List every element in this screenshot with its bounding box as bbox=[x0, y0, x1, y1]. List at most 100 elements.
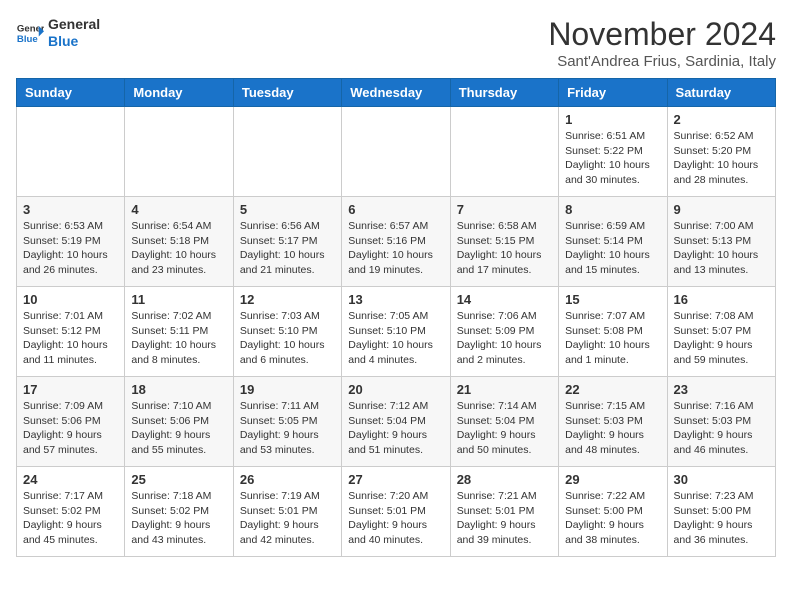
day-info: Sunrise: 6:58 AM Sunset: 5:15 PM Dayligh… bbox=[457, 219, 552, 278]
day-cell: 5 Sunrise: 6:56 AM Sunset: 5:17 PM Daylig… bbox=[233, 197, 341, 287]
day-cell: 20 Sunrise: 7:12 AM Sunset: 5:04 PM Dayli… bbox=[342, 377, 450, 467]
day-number: 4 bbox=[131, 202, 226, 217]
day-cell: 11 Sunrise: 7:02 AM Sunset: 5:11 PM Dayli… bbox=[125, 287, 233, 377]
logo-icon: General Blue bbox=[16, 19, 44, 47]
logo: General Blue General Blue bbox=[16, 16, 100, 50]
day-info: Sunrise: 6:52 AM Sunset: 5:20 PM Dayligh… bbox=[674, 129, 769, 188]
day-info: Sunrise: 7:06 AM Sunset: 5:09 PM Dayligh… bbox=[457, 309, 552, 368]
logo-text: General Blue bbox=[48, 16, 100, 50]
day-number: 17 bbox=[23, 382, 118, 397]
day-number: 7 bbox=[457, 202, 552, 217]
day-cell: 17Sunrise: 7:09 AM Sunset: 5:06 PM Dayli… bbox=[17, 377, 125, 467]
day-number: 22 bbox=[565, 382, 660, 397]
day-cell: 26 Sunrise: 7:19 AM Sunset: 5:01 PM Dayli… bbox=[233, 467, 341, 557]
week-row-5: 24 Sunrise: 7:17 AM Sunset: 5:02 PM Dayli… bbox=[17, 467, 776, 557]
location: Sant'Andrea Frius, Sardinia, Italy bbox=[548, 53, 776, 70]
day-number: 25 bbox=[131, 472, 226, 487]
day-info: Sunrise: 6:51 AM Sunset: 5:22 PM Dayligh… bbox=[565, 129, 660, 188]
day-number: 23 bbox=[674, 382, 769, 397]
day-info: Sunrise: 7:07 AM Sunset: 5:08 PM Dayligh… bbox=[565, 309, 660, 368]
day-cell bbox=[233, 107, 341, 197]
calendar-table: SundayMondayTuesdayWednesdayThursdayFrid… bbox=[16, 78, 776, 557]
day-number: 14 bbox=[457, 292, 552, 307]
day-number: 11 bbox=[131, 292, 226, 307]
day-number: 18 bbox=[131, 382, 226, 397]
day-info: Sunrise: 7:19 AM Sunset: 5:01 PM Dayligh… bbox=[240, 489, 335, 548]
day-info: Sunrise: 7:02 AM Sunset: 5:11 PM Dayligh… bbox=[131, 309, 226, 368]
day-cell: 18 Sunrise: 7:10 AM Sunset: 5:06 PM Dayli… bbox=[125, 377, 233, 467]
day-info: Sunrise: 6:53 AM Sunset: 5:19 PM Dayligh… bbox=[23, 219, 118, 278]
weekday-header-tuesday: Tuesday bbox=[233, 79, 341, 107]
weekday-header-row: SundayMondayTuesdayWednesdayThursdayFrid… bbox=[17, 79, 776, 107]
day-number: 15 bbox=[565, 292, 660, 307]
day-cell: 23 Sunrise: 7:16 AM Sunset: 5:03 PM Dayli… bbox=[667, 377, 775, 467]
day-info: Sunrise: 6:54 AM Sunset: 5:18 PM Dayligh… bbox=[131, 219, 226, 278]
day-cell: 19 Sunrise: 7:11 AM Sunset: 5:05 PM Dayli… bbox=[233, 377, 341, 467]
day-cell: 7 Sunrise: 6:58 AM Sunset: 5:15 PM Daylig… bbox=[450, 197, 558, 287]
day-info: Sunrise: 7:21 AM Sunset: 5:01 PM Dayligh… bbox=[457, 489, 552, 548]
day-cell: 21 Sunrise: 7:14 AM Sunset: 5:04 PM Dayli… bbox=[450, 377, 558, 467]
logo-general: General bbox=[48, 16, 100, 33]
day-info: Sunrise: 7:14 AM Sunset: 5:04 PM Dayligh… bbox=[457, 399, 552, 458]
day-number: 27 bbox=[348, 472, 443, 487]
day-info: Sunrise: 7:12 AM Sunset: 5:04 PM Dayligh… bbox=[348, 399, 443, 458]
day-number: 20 bbox=[348, 382, 443, 397]
day-cell: 24 Sunrise: 7:17 AM Sunset: 5:02 PM Dayli… bbox=[17, 467, 125, 557]
day-cell: 3 Sunrise: 6:53 AM Sunset: 5:19 PM Daylig… bbox=[17, 197, 125, 287]
day-number: 3 bbox=[23, 202, 118, 217]
day-info: Sunrise: 7:11 AM Sunset: 5:05 PM Dayligh… bbox=[240, 399, 335, 458]
day-number: 5 bbox=[240, 202, 335, 217]
day-info: Sunrise: 7:15 AM Sunset: 5:03 PM Dayligh… bbox=[565, 399, 660, 458]
day-cell: 25 Sunrise: 7:18 AM Sunset: 5:02 PM Dayli… bbox=[125, 467, 233, 557]
weekday-header-friday: Friday bbox=[559, 79, 667, 107]
day-cell: 9 Sunrise: 7:00 AM Sunset: 5:13 PM Daylig… bbox=[667, 197, 775, 287]
week-row-1: 1 Sunrise: 6:51 AM Sunset: 5:22 PM Daylig… bbox=[17, 107, 776, 197]
day-number: 26 bbox=[240, 472, 335, 487]
day-number: 19 bbox=[240, 382, 335, 397]
day-number: 8 bbox=[565, 202, 660, 217]
day-info: Sunrise: 7:10 AM Sunset: 5:06 PM Dayligh… bbox=[131, 399, 226, 458]
day-cell: 1 Sunrise: 6:51 AM Sunset: 5:22 PM Daylig… bbox=[559, 107, 667, 197]
week-row-4: 17Sunrise: 7:09 AM Sunset: 5:06 PM Dayli… bbox=[17, 377, 776, 467]
day-info: Sunrise: 7:03 AM Sunset: 5:10 PM Dayligh… bbox=[240, 309, 335, 368]
day-cell: 6Sunrise: 6:57 AM Sunset: 5:16 PM Daylig… bbox=[342, 197, 450, 287]
day-cell: 30Sunrise: 7:23 AM Sunset: 5:00 PM Dayli… bbox=[667, 467, 775, 557]
week-row-2: 3 Sunrise: 6:53 AM Sunset: 5:19 PM Daylig… bbox=[17, 197, 776, 287]
day-number: 2 bbox=[674, 112, 769, 127]
weekday-header-sunday: Sunday bbox=[17, 79, 125, 107]
day-info: Sunrise: 6:59 AM Sunset: 5:14 PM Dayligh… bbox=[565, 219, 660, 278]
day-number: 12 bbox=[240, 292, 335, 307]
weekday-header-thursday: Thursday bbox=[450, 79, 558, 107]
month-title: November 2024 bbox=[548, 16, 776, 53]
day-number: 28 bbox=[457, 472, 552, 487]
day-number: 29 bbox=[565, 472, 660, 487]
day-cell: 29Sunrise: 7:22 AM Sunset: 5:00 PM Dayli… bbox=[559, 467, 667, 557]
day-cell bbox=[342, 107, 450, 197]
day-number: 1 bbox=[565, 112, 660, 127]
day-number: 21 bbox=[457, 382, 552, 397]
day-cell: 22 Sunrise: 7:15 AM Sunset: 5:03 PM Dayli… bbox=[559, 377, 667, 467]
day-cell: 8 Sunrise: 6:59 AM Sunset: 5:14 PM Daylig… bbox=[559, 197, 667, 287]
day-cell: 27 Sunrise: 7:20 AM Sunset: 5:01 PM Dayli… bbox=[342, 467, 450, 557]
day-info: Sunrise: 7:00 AM Sunset: 5:13 PM Dayligh… bbox=[674, 219, 769, 278]
day-cell: 12 Sunrise: 7:03 AM Sunset: 5:10 PM Dayli… bbox=[233, 287, 341, 377]
day-info: Sunrise: 7:17 AM Sunset: 5:02 PM Dayligh… bbox=[23, 489, 118, 548]
day-cell: 2 Sunrise: 6:52 AM Sunset: 5:20 PM Daylig… bbox=[667, 107, 775, 197]
day-info: Sunrise: 7:08 AM Sunset: 5:07 PM Dayligh… bbox=[674, 309, 769, 368]
day-cell: 4 Sunrise: 6:54 AM Sunset: 5:18 PM Daylig… bbox=[125, 197, 233, 287]
day-info: Sunrise: 7:18 AM Sunset: 5:02 PM Dayligh… bbox=[131, 489, 226, 548]
page-header: General Blue General Blue November 2024 … bbox=[16, 16, 776, 70]
title-block: November 2024 Sant'Andrea Frius, Sardini… bbox=[548, 16, 776, 70]
day-cell: 14 Sunrise: 7:06 AM Sunset: 5:09 PM Dayli… bbox=[450, 287, 558, 377]
week-row-3: 10Sunrise: 7:01 AM Sunset: 5:12 PM Dayli… bbox=[17, 287, 776, 377]
day-number: 13 bbox=[348, 292, 443, 307]
weekday-header-saturday: Saturday bbox=[667, 79, 775, 107]
day-info: Sunrise: 7:05 AM Sunset: 5:10 PM Dayligh… bbox=[348, 309, 443, 368]
day-number: 9 bbox=[674, 202, 769, 217]
day-info: Sunrise: 7:16 AM Sunset: 5:03 PM Dayligh… bbox=[674, 399, 769, 458]
day-info: Sunrise: 7:20 AM Sunset: 5:01 PM Dayligh… bbox=[348, 489, 443, 548]
day-number: 24 bbox=[23, 472, 118, 487]
day-cell: 28 Sunrise: 7:21 AM Sunset: 5:01 PM Dayli… bbox=[450, 467, 558, 557]
day-info: Sunrise: 6:56 AM Sunset: 5:17 PM Dayligh… bbox=[240, 219, 335, 278]
day-cell bbox=[450, 107, 558, 197]
